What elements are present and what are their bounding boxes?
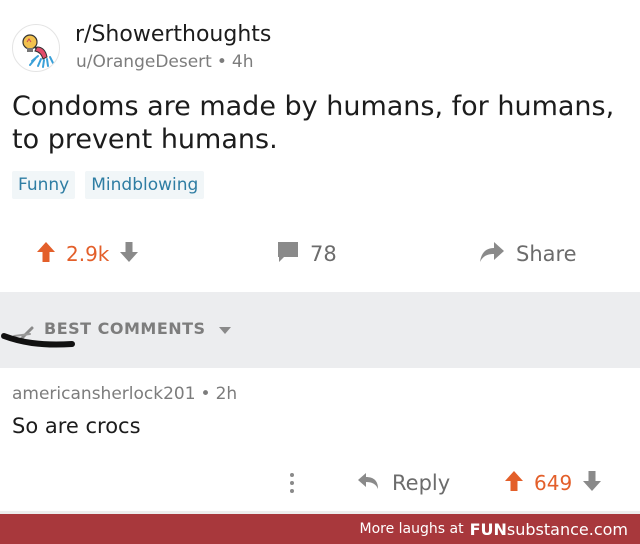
- comment-upvote-arrow-icon[interactable]: [504, 470, 524, 496]
- post-header: r/Showerthoughts u/OrangeDesert • 4h: [12, 18, 612, 76]
- comment: americansherlock201 • 2h So are crocs: [12, 384, 622, 438]
- post-vote-control: 2.9k: [36, 232, 139, 276]
- share-arrow-icon: [478, 240, 506, 268]
- chevron-down-icon: [218, 326, 231, 334]
- comments-sort-bar[interactable]: BEST COMMENTS: [0, 292, 640, 368]
- footer-brand-fun: FUN: [469, 519, 507, 539]
- post-meta: u/OrangeDesert • 4h: [76, 52, 253, 72]
- reply-label: Reply: [392, 471, 451, 495]
- comment-action-bar: Reply 649: [0, 460, 640, 506]
- post-age: 4h: [231, 52, 254, 72]
- flair-list: Funny Mindblowing: [12, 171, 205, 199]
- share-button[interactable]: Share: [478, 232, 577, 276]
- post-title[interactable]: Condoms are made by humans, for humans, …: [12, 90, 622, 156]
- footer-brand-substance: substance.com: [506, 519, 628, 539]
- comment-body: So are crocs: [12, 414, 141, 438]
- comment-author[interactable]: americansherlock201: [12, 384, 196, 404]
- meta-separator: •: [216, 52, 227, 72]
- share-label: Share: [516, 242, 577, 266]
- comment-meta: americansherlock201 • 2h: [12, 384, 622, 404]
- post-score: 2.9k: [66, 242, 110, 266]
- comments-button[interactable]: 78: [276, 232, 337, 276]
- downvote-arrow-icon[interactable]: [119, 241, 139, 267]
- comments-count: 78: [310, 242, 337, 266]
- comment-age: 2h: [215, 384, 238, 404]
- reply-button[interactable]: Reply: [356, 460, 450, 506]
- comment-score: 649: [534, 471, 573, 495]
- reply-arrow-icon: [356, 471, 380, 495]
- scribble-mark: [1, 326, 75, 348]
- more-options-icon[interactable]: [282, 468, 302, 498]
- flair-funny[interactable]: Funny: [12, 171, 76, 199]
- upvote-arrow-icon[interactable]: [36, 241, 56, 267]
- comment-bubble-icon: [276, 240, 300, 268]
- lightbulb-shower-icon[interactable]: [12, 24, 60, 72]
- footer-text: More laughs at: [359, 521, 464, 537]
- comment-vote-control: 649: [504, 460, 602, 506]
- post-author[interactable]: u/OrangeDesert: [76, 52, 212, 72]
- watermark-footer: More laughs at FUN substance.com: [0, 514, 640, 544]
- post-action-bar: 2.9k 78 Share: [0, 232, 640, 276]
- subreddit-name[interactable]: r/Showerthoughts: [75, 22, 271, 47]
- comment-downvote-arrow-icon[interactable]: [582, 470, 602, 496]
- comment-meta-separator: •: [200, 384, 211, 404]
- flair-mindblowing[interactable]: Mindblowing: [85, 171, 205, 199]
